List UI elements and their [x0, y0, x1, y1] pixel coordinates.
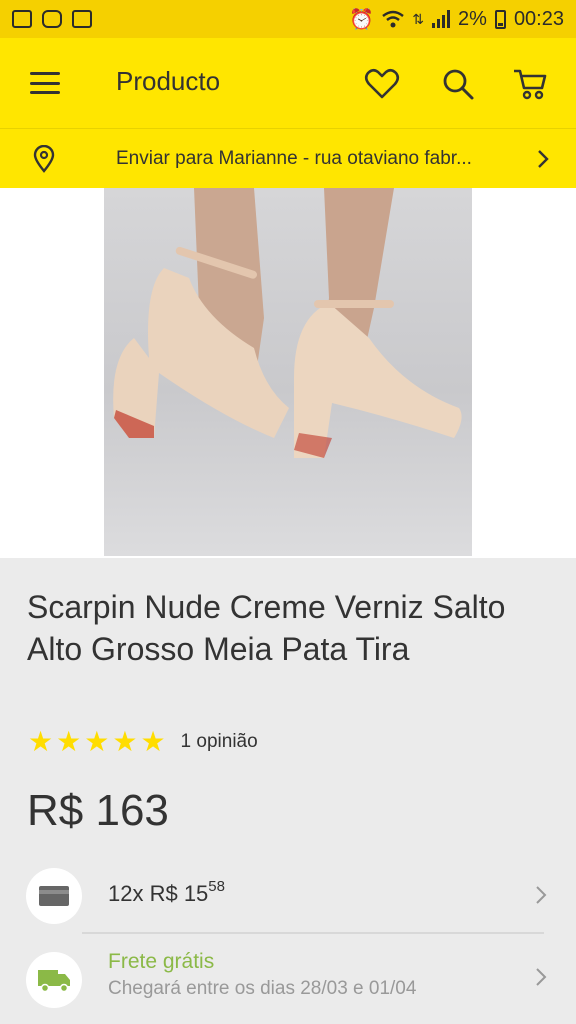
location-pin-icon: [33, 145, 55, 173]
product-rating[interactable]: ★ ★ ★ ★ ★ 1 opinião: [28, 728, 258, 756]
battery-percent: 2%: [458, 7, 487, 30]
delivery-estimate: Chegará entre os dias 28/03 e 01/04: [108, 978, 417, 999]
product-gallery[interactable]: [0, 188, 576, 558]
star-icon: ★: [56, 726, 82, 757]
wifi-icon: [382, 10, 405, 28]
status-indicators: ⏰ ⇅ 2% 00:23: [349, 7, 564, 32]
shipping-address-bar[interactable]: Enviar para Marianne - rua otaviano fabr…: [0, 128, 576, 188]
status-bar: ⏰ ⇅ 2% 00:23: [0, 0, 576, 38]
credit-card-icon: [39, 886, 69, 906]
free-shipping-label: Frete grátis: [108, 950, 215, 973]
installment-cents: 58: [208, 878, 225, 895]
data-transfer-icon: ⇅: [412, 10, 425, 27]
product-image: [104, 188, 472, 556]
reviews-count: 1 opinião: [180, 731, 258, 752]
star-icon: ★: [112, 726, 138, 757]
heart-icon[interactable]: [364, 66, 400, 102]
chevron-right-icon: [536, 968, 547, 986]
alarm-icon: ⏰: [349, 8, 375, 31]
truck-icon: [38, 970, 70, 993]
installment-amount: 12x R$ 15: [108, 881, 209, 906]
product-price: R$ 163: [27, 786, 169, 835]
shipping-row[interactable]: Frete grátis Chegará entre os dias 28/03…: [0, 942, 576, 1022]
page-title: Producto: [116, 66, 221, 96]
star-icon: ★: [84, 726, 110, 757]
star-icon: ★: [28, 726, 54, 757]
chevron-right-icon: [536, 886, 547, 904]
menu-icon[interactable]: [30, 72, 60, 94]
voicemail-notification-icon: [72, 10, 92, 28]
divider: [82, 932, 544, 934]
app-header: Producto: [0, 38, 576, 128]
truck-icon-container: [26, 952, 82, 1008]
product-details: Scarpin Nude Creme Verniz Salto Alto Gro…: [0, 558, 576, 1024]
installment-text: 12x R$ 1558: [108, 878, 225, 907]
chevron-right-icon: [538, 150, 549, 168]
star-icon: ★: [140, 726, 166, 757]
product-title: Scarpin Nude Creme Verniz Salto Alto Gro…: [27, 589, 506, 667]
signal-icon: [432, 10, 451, 28]
credit-card-icon-container: [26, 868, 82, 924]
cart-icon[interactable]: [512, 66, 548, 102]
shipping-address-text: Enviar para Marianne - rua otaviano fabr…: [116, 148, 472, 169]
installment-row[interactable]: 12x R$ 1558: [0, 858, 576, 938]
gallery-notification-icon: [12, 10, 32, 28]
search-icon[interactable]: [440, 66, 476, 102]
battery-icon: [494, 9, 506, 29]
clock: 00:23: [513, 7, 564, 30]
status-notifications: [12, 10, 92, 28]
instagram-notification-icon: [42, 10, 62, 28]
